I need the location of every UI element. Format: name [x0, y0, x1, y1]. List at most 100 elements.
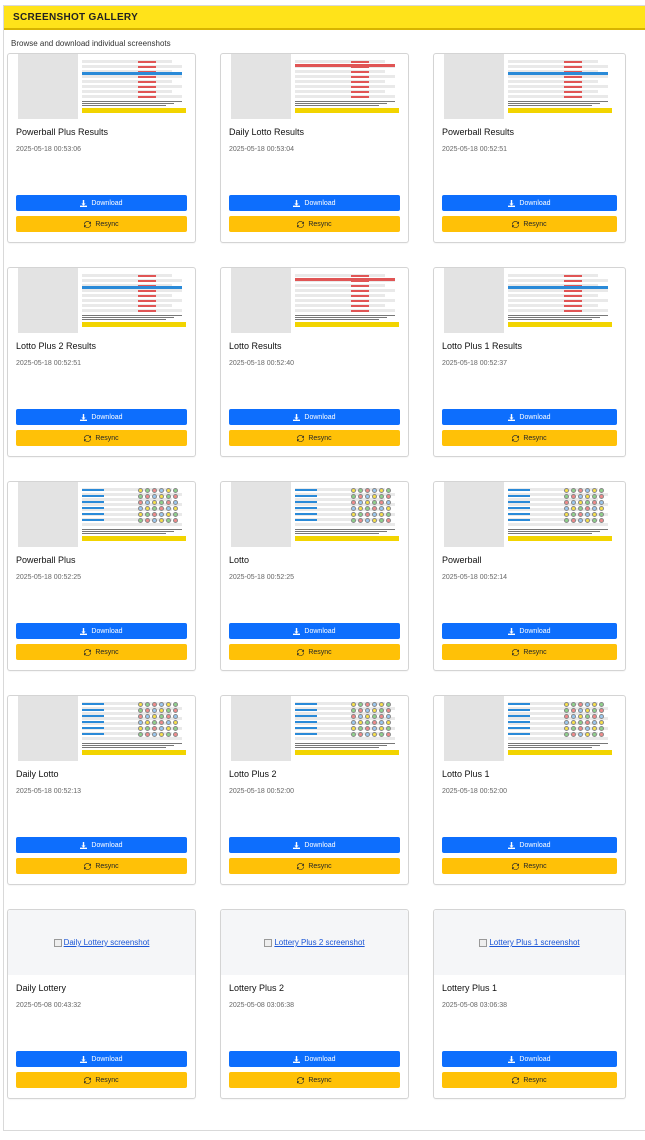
screenshot-thumbnail[interactable] — [221, 268, 408, 333]
resync-label: Resync — [95, 434, 119, 442]
resync-button[interactable]: Resync — [229, 858, 400, 874]
card-timestamp: 2025-05-18 00:52:37 — [442, 360, 507, 367]
download-label: Download — [519, 841, 551, 849]
download-label: Download — [304, 841, 336, 849]
screenshot-card: Daily Lottery screenshot Daily Lottery 202… — [7, 909, 196, 1099]
broken-image-link[interactable]: Lottery Plus 2 screenshot — [264, 938, 365, 947]
download-icon — [80, 413, 88, 421]
download-button[interactable]: Download — [229, 1051, 400, 1067]
screenshot-thumbnail[interactable] — [434, 696, 625, 761]
screenshot-thumbnail-broken[interactable]: Daily Lottery screenshot — [8, 910, 195, 975]
screenshot-card: Powerball 2025-05-18 00:52:14 Download Resy… — [433, 481, 626, 671]
screenshot-thumbnail[interactable] — [8, 268, 195, 333]
screenshot-thumbnail[interactable] — [434, 268, 625, 333]
resync-button[interactable]: Resync — [442, 216, 617, 232]
resync-button[interactable]: Resync — [442, 858, 617, 874]
card-title: Lotto Plus 1 Results — [442, 341, 523, 351]
resync-label: Resync — [523, 648, 547, 656]
download-label: Download — [91, 841, 123, 849]
card-title: Lottery Plus 1 — [442, 983, 498, 993]
broken-image-link[interactable]: Daily Lottery screenshot — [53, 938, 149, 947]
card-timestamp: 2025-05-18 00:52:40 — [229, 360, 294, 367]
download-button[interactable]: Download — [229, 195, 400, 211]
download-label: Download — [304, 199, 336, 207]
download-button[interactable]: Download — [16, 195, 187, 211]
resync-button[interactable]: Resync — [229, 1072, 400, 1088]
download-button[interactable]: Download — [229, 623, 400, 639]
screenshot-thumbnail[interactable] — [221, 54, 408, 119]
download-icon — [293, 413, 301, 421]
resync-label: Resync — [95, 648, 119, 656]
screenshot-card: Daily Lotto 2025-05-18 00:52:13 Download Re… — [7, 695, 196, 885]
download-icon — [508, 199, 516, 207]
resync-button[interactable]: Resync — [16, 216, 187, 232]
sync-icon — [297, 434, 305, 442]
card-title: Powerball Results — [442, 127, 515, 137]
card-timestamp: 2025-05-18 00:52:51 — [442, 146, 507, 153]
card-timestamp: 2025-05-18 00:52:00 — [442, 788, 507, 795]
screenshot-thumbnail[interactable] — [434, 54, 625, 119]
download-button[interactable]: Download — [442, 409, 617, 425]
screenshot-thumbnail[interactable] — [221, 696, 408, 761]
download-button[interactable]: Download — [442, 837, 617, 853]
card-timestamp: 2025-05-18 00:52:25 — [229, 574, 294, 581]
card-title: Lotto Plus 2 — [229, 769, 277, 779]
download-icon — [508, 413, 516, 421]
resync-button[interactable]: Resync — [16, 430, 187, 446]
screenshot-thumbnail[interactable] — [434, 482, 625, 547]
download-icon — [293, 199, 301, 207]
screenshot-card: Daily Lotto Results 2025-05-18 00:53:04 Do… — [220, 53, 409, 243]
resync-button[interactable]: Resync — [16, 1072, 187, 1088]
download-button[interactable]: Download — [229, 837, 400, 853]
resync-button[interactable]: Resync — [442, 430, 617, 446]
resync-button[interactable]: Resync — [442, 644, 617, 660]
resync-button[interactable]: Resync — [229, 216, 400, 232]
download-button[interactable]: Download — [16, 623, 187, 639]
screenshot-thumbnail-broken[interactable]: Lottery Plus 2 screenshot — [221, 910, 408, 975]
download-label: Download — [91, 413, 123, 421]
download-button[interactable]: Download — [442, 195, 617, 211]
sync-icon — [297, 1076, 305, 1084]
resync-label: Resync — [308, 648, 332, 656]
download-button[interactable]: Download — [229, 409, 400, 425]
card-timestamp: 2025-05-08 03:06:38 — [442, 1002, 507, 1009]
sync-icon — [512, 434, 520, 442]
resync-button[interactable]: Resync — [229, 644, 400, 660]
resync-label: Resync — [308, 220, 332, 228]
resync-label: Resync — [95, 220, 119, 228]
card-timestamp: 2025-05-18 00:53:04 — [229, 146, 294, 153]
broken-image-link[interactable]: Lottery Plus 1 screenshot — [479, 938, 580, 947]
resync-button[interactable]: Resync — [16, 858, 187, 874]
resync-button[interactable]: Resync — [229, 430, 400, 446]
download-icon — [80, 1055, 88, 1063]
resync-label: Resync — [523, 220, 547, 228]
screenshot-card: Lotto Plus 1 Results 2025-05-18 00:52:37 D… — [433, 267, 626, 457]
download-button[interactable]: Download — [16, 409, 187, 425]
screenshot-card: Lottery Plus 2 screenshot Lottery Plus 2 2… — [220, 909, 409, 1099]
screenshot-thumbnail[interactable] — [221, 482, 408, 547]
broken-image-alt: Lottery Plus 2 screenshot — [274, 938, 365, 947]
card-title: Lotto Results — [229, 341, 282, 351]
download-label: Download — [519, 413, 551, 421]
resync-label: Resync — [308, 434, 332, 442]
download-label: Download — [91, 199, 123, 207]
resync-label: Resync — [523, 434, 547, 442]
download-button[interactable]: Download — [442, 1051, 617, 1067]
card-timestamp: 2025-05-18 00:52:51 — [16, 360, 81, 367]
card-title: Daily Lottery — [16, 983, 67, 993]
card-title: Lottery Plus 2 — [229, 983, 285, 993]
resync-button[interactable]: Resync — [442, 1072, 617, 1088]
download-button[interactable]: Download — [442, 623, 617, 639]
download-button[interactable]: Download — [16, 837, 187, 853]
screenshot-thumbnail[interactable] — [8, 696, 195, 761]
card-title: Daily Lotto Results — [229, 127, 305, 137]
screenshot-thumbnail[interactable] — [8, 54, 195, 119]
gallery-subtitle: Browse and download individual screensho… — [11, 39, 171, 48]
resync-button[interactable]: Resync — [16, 644, 187, 660]
screenshot-thumbnail-broken[interactable]: Lottery Plus 1 screenshot — [434, 910, 625, 975]
download-icon — [508, 627, 516, 635]
card-title: Powerball — [442, 555, 482, 565]
download-button[interactable]: Download — [16, 1051, 187, 1067]
screenshot-thumbnail[interactable] — [8, 482, 195, 547]
screenshot-card: Powerball Plus 2025-05-18 00:52:25 Downloa… — [7, 481, 196, 671]
